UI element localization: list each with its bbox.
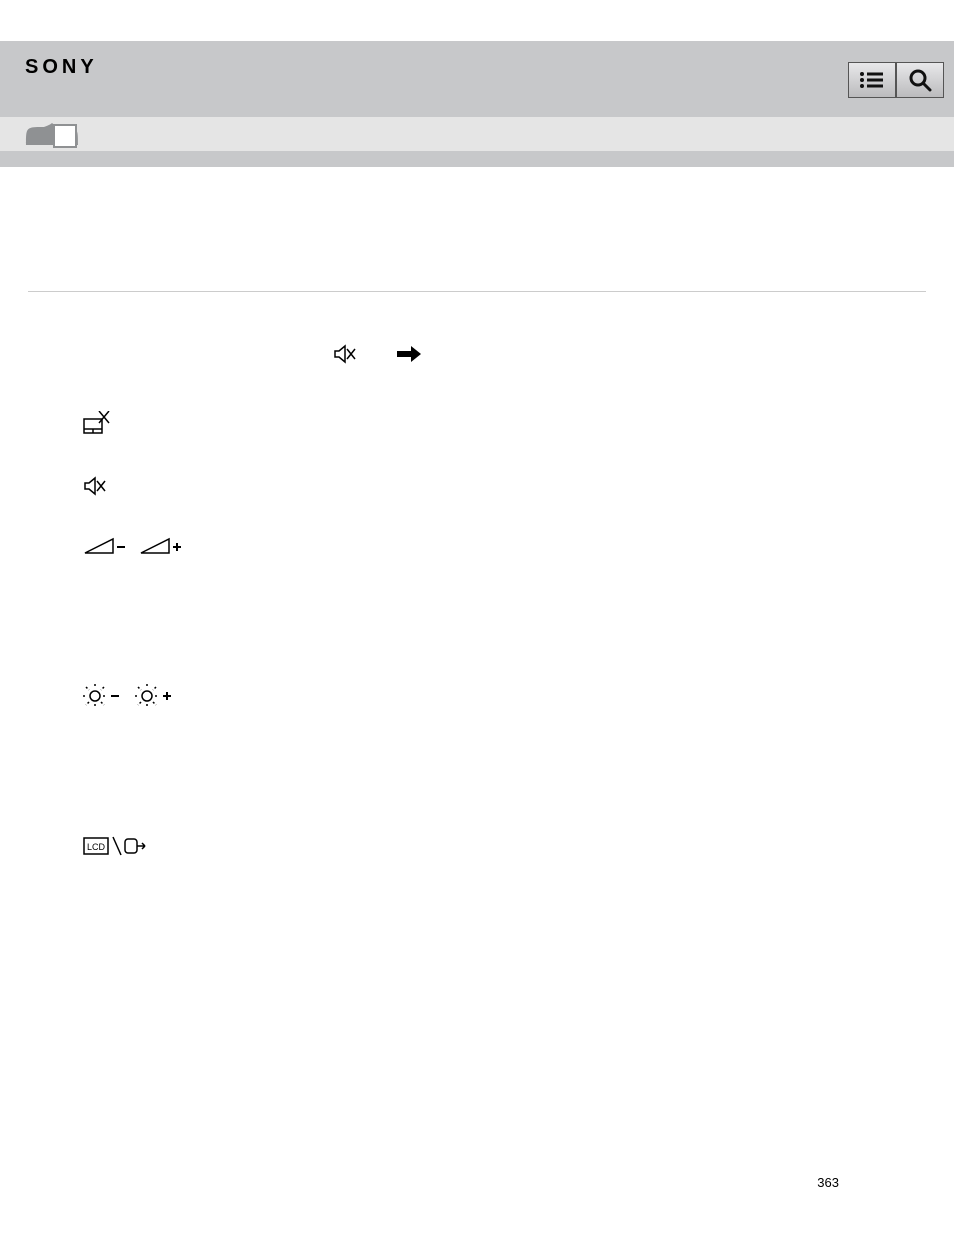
volume-up-icon bbox=[139, 537, 183, 562]
mute-speaker-icon bbox=[83, 474, 107, 503]
header-top-band: SONY bbox=[0, 41, 954, 117]
row-5 bbox=[28, 684, 926, 713]
menu-list-button[interactable] bbox=[848, 62, 896, 98]
row-4-icons bbox=[83, 537, 926, 562]
header-bar: SONY bbox=[0, 41, 954, 167]
row-1-icons bbox=[333, 342, 926, 371]
brightness-up-icon bbox=[135, 684, 175, 713]
header-lower-grey bbox=[0, 151, 954, 167]
spacer bbox=[28, 167, 926, 291]
row-2 bbox=[28, 411, 926, 442]
volume-down-icon bbox=[83, 537, 127, 562]
menu-list-icon bbox=[859, 71, 885, 89]
svg-text:LCD: LCD bbox=[87, 842, 106, 852]
row-4 bbox=[28, 537, 926, 562]
spacer bbox=[28, 584, 926, 624]
top-margin bbox=[0, 0, 954, 41]
row-5-icons bbox=[83, 684, 926, 713]
lcd-output-toggle-icon: LCD bbox=[83, 835, 151, 862]
header-buttons bbox=[848, 62, 944, 98]
manual-tab-icon bbox=[20, 115, 84, 156]
row-1 bbox=[28, 342, 926, 371]
search-button[interactable] bbox=[896, 62, 944, 98]
brightness-down-icon bbox=[83, 684, 123, 713]
content-area: LCD bbox=[0, 167, 954, 862]
page: SONY bbox=[0, 0, 954, 1235]
touchpad-off-icon bbox=[83, 411, 111, 442]
search-icon bbox=[908, 68, 932, 92]
mute-speaker-icon bbox=[333, 342, 357, 371]
brand-logo: SONY bbox=[25, 56, 98, 79]
page-number: 363 bbox=[817, 1175, 839, 1190]
spacer bbox=[28, 775, 926, 815]
header-light-band bbox=[0, 117, 954, 151]
row-6: LCD bbox=[28, 835, 926, 862]
spacer bbox=[28, 624, 926, 664]
divider bbox=[28, 291, 926, 292]
row-3 bbox=[28, 474, 926, 503]
spacer bbox=[28, 735, 926, 775]
arrow-right-icon bbox=[397, 346, 421, 367]
